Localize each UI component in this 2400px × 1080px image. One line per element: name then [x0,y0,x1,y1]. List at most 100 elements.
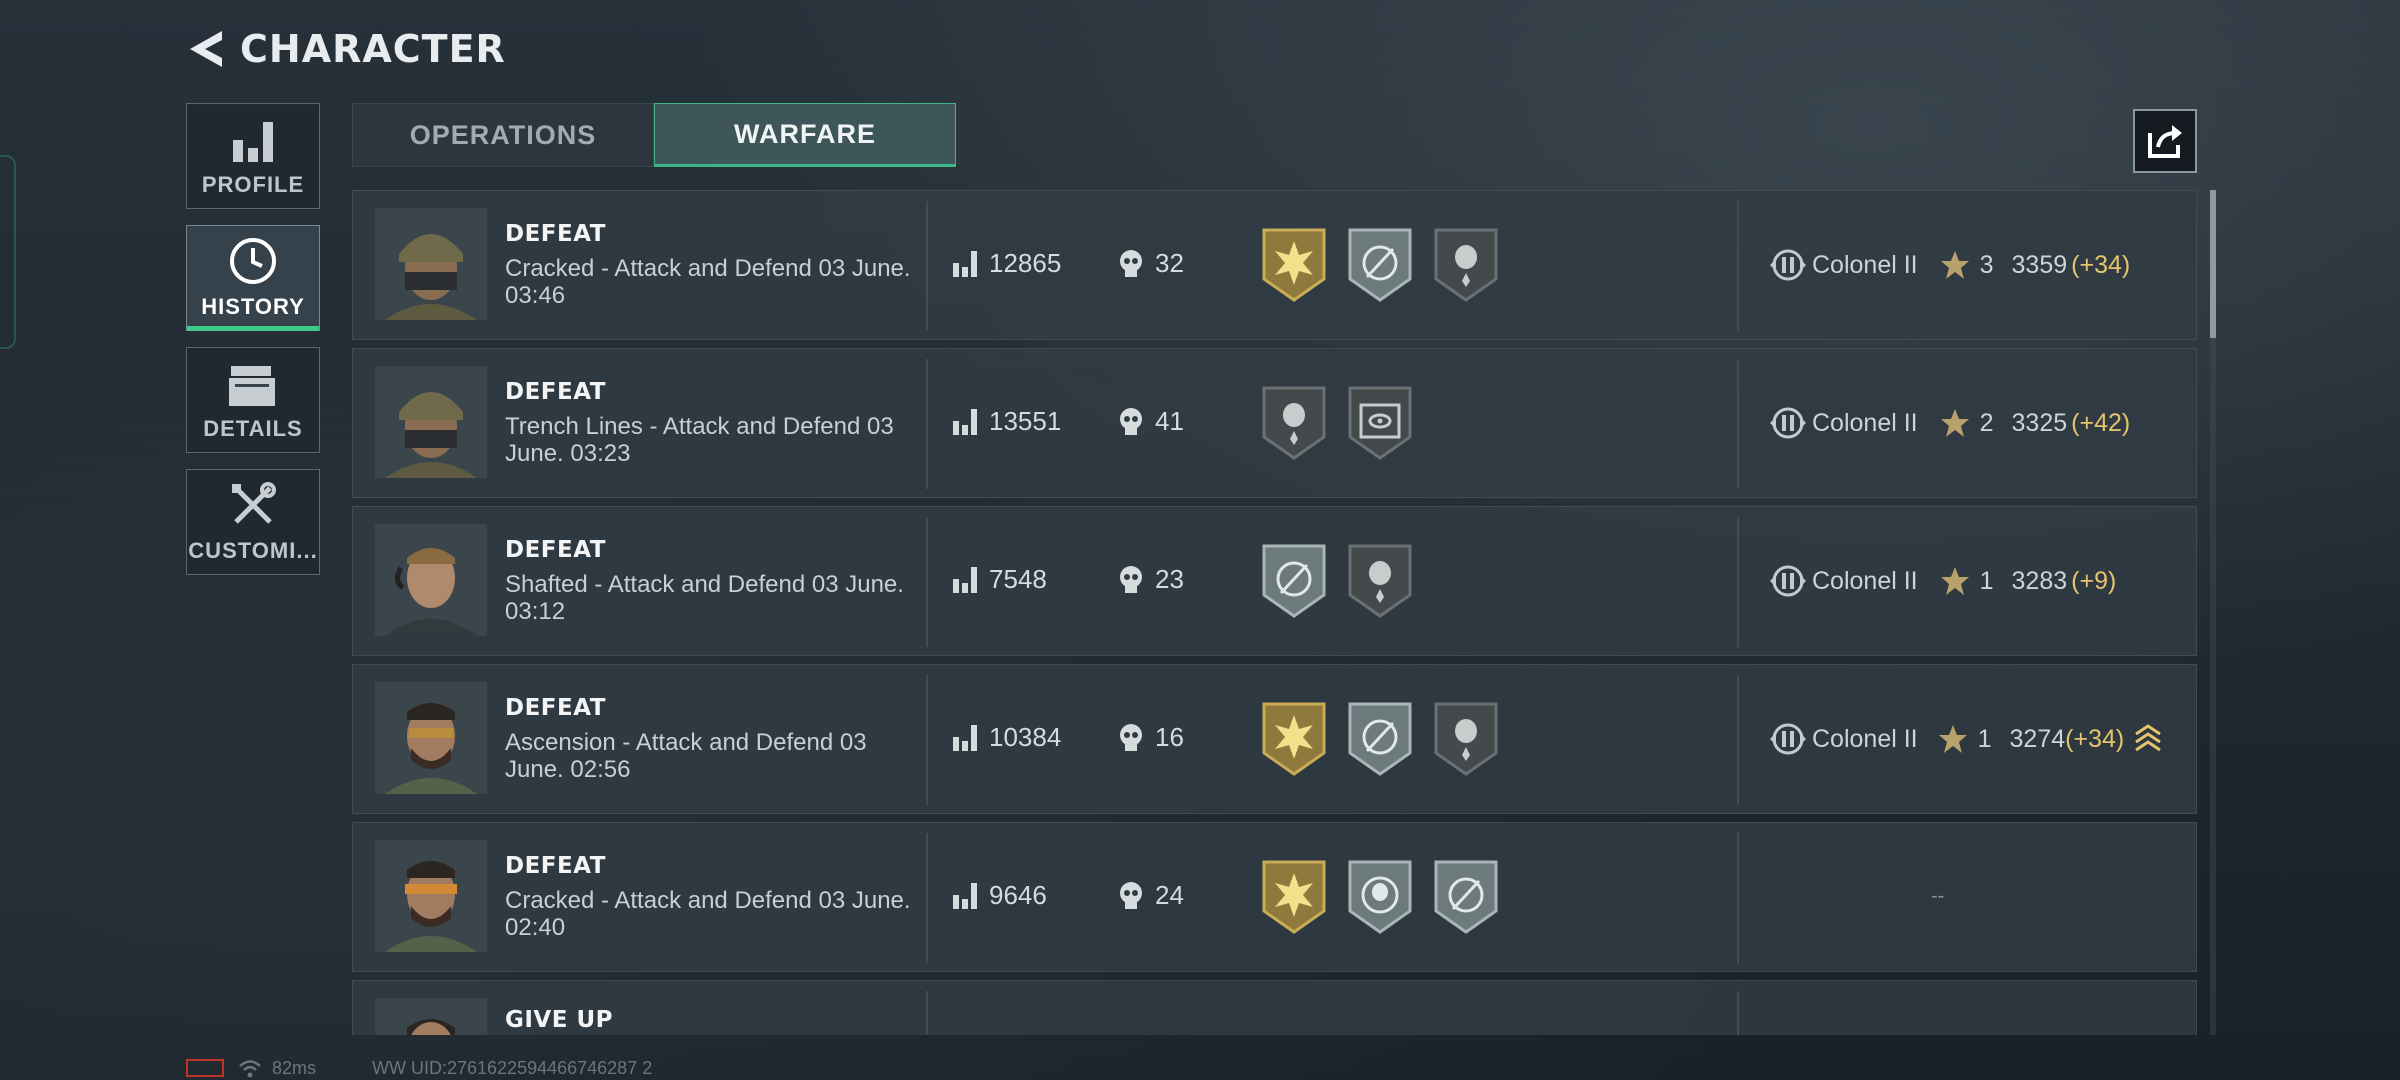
rank-points-delta: (+34) [2065,724,2125,753]
sidebar-item-label: HISTORY [201,294,305,319]
rank-info: Colonel II 3 3359 (+34) [1768,245,2130,285]
bar-chart-icon [233,122,273,162]
rank-info: Colonel II 1 3283 (+9) [1768,561,2116,601]
row-divider [926,359,928,489]
scrollbar-thumb[interactable] [2210,190,2216,338]
match-result: DEFEAT [505,537,606,563]
kills-value: 16 [1155,722,1184,752]
match-score: 7548 [953,564,1047,595]
silver-target-medal-icon[interactable] [1433,859,1499,935]
score-value: 10384 [989,722,1062,752]
match-kills: 23 [1119,564,1184,595]
silver-target-medal-icon[interactable] [1347,701,1413,777]
row-divider [926,991,928,1035]
mode-tabs: OPERATIONS WARFARE [352,103,956,167]
row-divider [1737,675,1739,805]
match-result: DEFEAT [505,221,606,247]
tools-icon [232,482,276,524]
colonel-rank-icon [1770,565,1806,597]
sidebar-item-label: PROFILE [201,172,305,197]
row-divider [1737,359,1739,489]
rank-name: Colonel II [1812,724,1918,753]
rank-info: Colonel II 1 3274 (+34) [1768,719,2162,759]
skull-icon [1120,407,1142,435]
match-map: Ascension - Attack and Defend 03 June. 0… [505,729,867,783]
user-uid: WW UID:2761622594466746287 2 [372,1057,653,1078]
medal-list [1261,385,1433,461]
rank-stars: 3 [1940,250,1994,280]
gold-burst-medal-icon[interactable] [1261,227,1327,303]
match-kills: 41 [1119,406,1184,437]
row-divider [1737,201,1739,331]
score-value: 12865 [989,248,1062,278]
rank-name: Colonel II [1812,408,1918,437]
share-button[interactable] [2133,109,2197,173]
match-row[interactable]: DEFEAT Trench Lines - Attack and Defend … [352,348,2197,498]
dark-skull-medal-icon[interactable] [1347,543,1413,619]
match-row[interactable]: DEFEAT Ascension - Attack and Defend 03 … [352,664,2197,814]
gold-burst-medal-icon[interactable] [1261,859,1327,935]
silver-skull-medal-icon[interactable] [1347,859,1413,935]
match-result: DEFEAT [505,379,606,405]
medal-list [1261,859,1519,935]
sidebar-item-history[interactable]: HISTORY [186,225,320,331]
list-scrollbar[interactable] [2210,190,2216,1035]
wifi-icon [239,1060,261,1078]
status-bar: 82ms WW UID:2761622594466746287 2 [186,1056,652,1080]
match-kills: 32 [1119,248,1184,279]
dark-skull-medal-icon[interactable] [1261,385,1327,461]
dark-skull-medal-icon[interactable] [1433,701,1499,777]
rank-stars: 1 [1938,724,1992,754]
tab-operations[interactable]: OPERATIONS [352,103,654,167]
silver-target-medal-icon[interactable] [1261,543,1327,619]
sidebar-item-label: CUSTOMI... [188,538,318,563]
match-row[interactable]: GIVE UP [352,980,2197,1035]
kills-value: 23 [1155,564,1184,594]
tab-warfare[interactable]: WARFARE [654,103,956,167]
row-divider [926,833,928,963]
star-count: 1 [1977,724,1992,753]
sidebar-item-details[interactable]: DETAILS [186,347,320,453]
medal-list [1261,701,1519,777]
sidebar-item-customize[interactable]: CUSTOMI... [186,469,320,575]
rank-name: Colonel II [1812,250,1918,279]
match-result: DEFEAT [505,853,606,879]
clock-icon [230,238,276,284]
skull-icon [1120,249,1142,277]
medal-list [1261,543,1433,619]
star-icon [1940,409,1969,437]
match-map: Cracked - Attack and Defend 03 June. 02:… [505,887,911,941]
score-bars-icon [953,724,977,751]
rank-stars: 1 [1940,566,1994,596]
row-divider [1737,517,1739,647]
sidebar-item-profile[interactable]: PROFILE [186,103,320,209]
back-arrow-icon[interactable] [186,27,226,71]
operator-avatar [375,682,487,794]
rank-points: 3359 [2011,250,2068,279]
dark-skull-medal-icon[interactable] [1433,227,1499,303]
dark-eye-medal-icon[interactable] [1347,385,1413,461]
rank-points: 3274 [2009,724,2066,753]
rank-info: Colonel II 2 3325 (+42) [1768,403,2130,443]
battery-icon [186,1059,224,1077]
row-divider [926,675,928,805]
left-edge-glow [0,155,16,349]
silver-target-medal-icon[interactable] [1347,227,1413,303]
kills-value: 24 [1155,880,1184,910]
rank-points-delta: (+9) [2071,566,2117,595]
score-bars-icon [953,882,977,909]
match-kills: 16 [1119,722,1184,753]
match-row[interactable]: DEFEAT Shafted - Attack and Defend 03 Ju… [352,506,2197,656]
rank-up-chevrons-icon [2135,724,2162,752]
operator-avatar [375,998,487,1035]
star-icon [1940,567,1969,595]
skull-icon [1120,881,1142,909]
star-count: 2 [1979,408,1994,437]
match-history-list[interactable]: DEFEAT Cracked - Attack and Defend 03 Ju… [352,190,2197,1035]
sidebar-item-label: DETAILS [203,416,303,441]
score-bars-icon [953,250,977,277]
match-row[interactable]: DEFEAT Cracked - Attack and Defend 03 Ju… [352,190,2197,340]
score-value: 7548 [989,564,1047,594]
match-row[interactable]: DEFEAT Cracked - Attack and Defend 03 Ju… [352,822,2197,972]
gold-burst-medal-icon[interactable] [1261,701,1327,777]
